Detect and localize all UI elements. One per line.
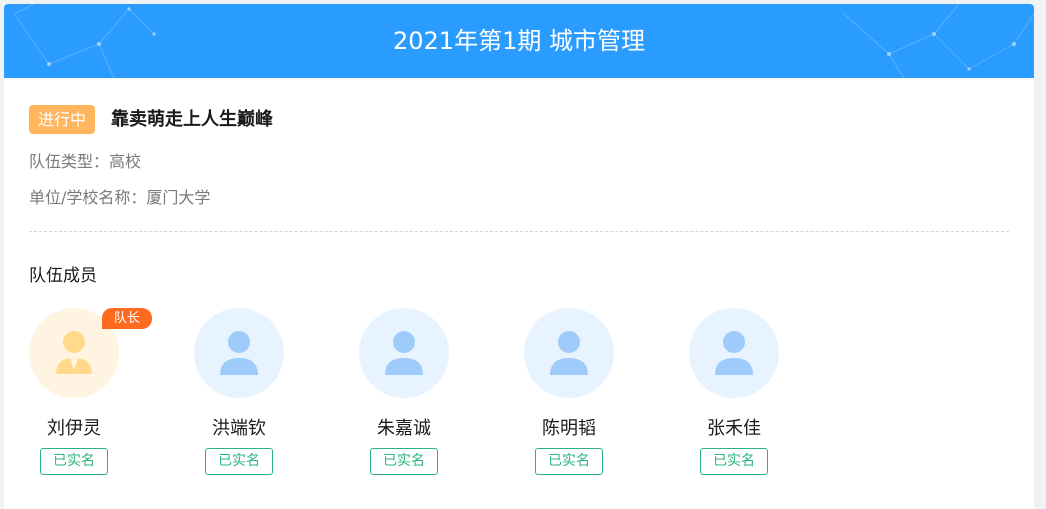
team-type: 队伍类型：高校 [29, 152, 142, 171]
leader-tag: 队长 [102, 308, 152, 329]
member-card[interactable]: 队长 刘伊灵 已实名 [19, 308, 152, 478]
user-avatar-icon [385, 331, 423, 375]
member-name: 张禾佳 [707, 418, 761, 439]
avatar [359, 308, 449, 398]
user-avatar-icon [715, 331, 753, 375]
avatar [194, 308, 284, 398]
members-section-title: 队伍成员 [29, 266, 97, 286]
member-card[interactable]: 朱嘉诚 已实名 [349, 308, 459, 478]
verified-badge: 已实名 [370, 448, 438, 475]
page-title: 2021年第1期 城市管理 [393, 27, 645, 55]
member-name: 陈明韬 [542, 418, 596, 439]
member-name: 洪端钦 [212, 418, 266, 439]
status-badge: 进行中 [29, 105, 96, 134]
member-card[interactable]: 陈明韬 已实名 [514, 308, 624, 478]
team-unit: 单位/学校名称：厦门大学 [29, 188, 211, 207]
avatar [524, 308, 614, 398]
verified-badge: 已实名 [700, 448, 768, 475]
member-card[interactable]: 洪端钦 已实名 [184, 308, 294, 478]
verified-badge: 已实名 [40, 448, 108, 475]
user-avatar-icon [550, 331, 588, 375]
member-name: 刘伊灵 [47, 418, 101, 439]
member-name: 朱嘉诚 [377, 418, 431, 439]
avatar [689, 308, 779, 398]
member-card[interactable]: 张禾佳 已实名 [679, 308, 789, 478]
team-name: 靠卖萌走上人生巅峰 [111, 109, 273, 130]
user-avatar-icon [220, 331, 258, 375]
section-divider [29, 231, 1009, 232]
header-banner: 2021年第1期 城市管理 [4, 4, 1034, 78]
verified-badge: 已实名 [535, 448, 603, 475]
team-detail-card: 2021年第1期 城市管理 进行中 靠卖萌走上人生巅峰 队伍类型：高校 单位/学… [4, 4, 1034, 509]
verified-badge: 已实名 [205, 448, 273, 475]
